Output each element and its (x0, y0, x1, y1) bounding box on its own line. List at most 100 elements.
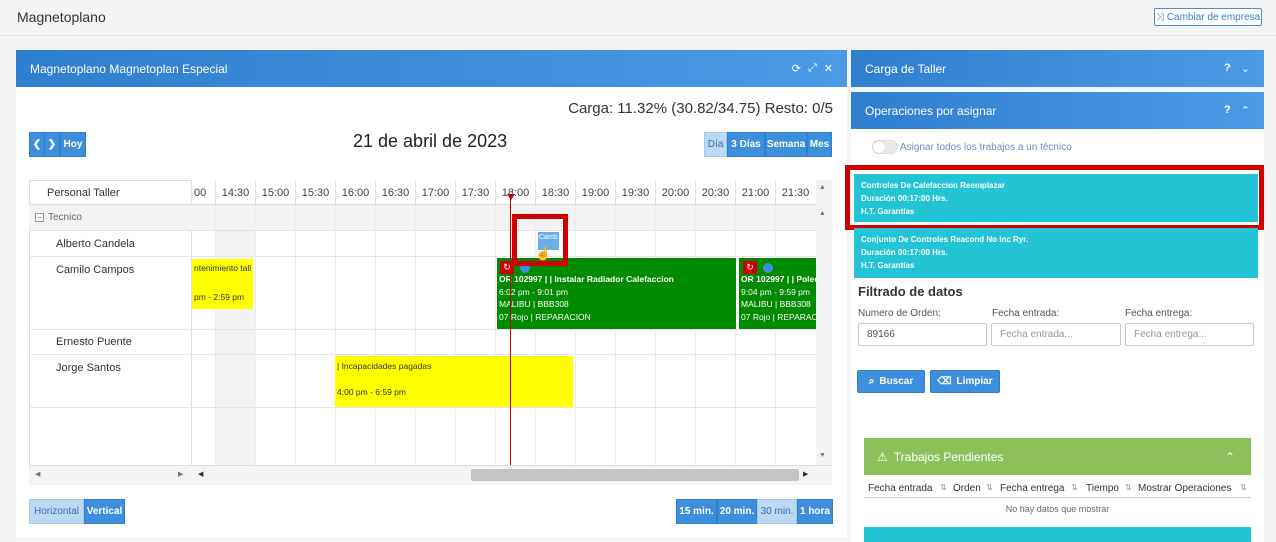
vertical-button[interactable]: Vertical (84, 499, 125, 524)
time-label: 17:30 (455, 180, 495, 204)
expand-icon[interactable]: ⤢ (808, 62, 817, 75)
hand-cursor-icon: ☝ (535, 246, 552, 261)
collapse-group-icon[interactable]: − (35, 213, 44, 222)
search-icon: ⌕ (868, 376, 875, 387)
order-label: Numero de Orden: (858, 308, 941, 319)
view-day-button[interactable]: Día (704, 132, 727, 157)
slot-15-button[interactable]: 15 min. (676, 499, 717, 524)
time-label: 16:00 (335, 180, 375, 204)
filter-title: Filtrado de datos (858, 284, 963, 299)
time-label: 17:00 (415, 180, 455, 204)
slot-20-button[interactable]: 20 min. (717, 499, 757, 524)
change-company-button[interactable]: ⤨ Cambiar de empresa (1154, 8, 1262, 26)
warning-icon: ⚠ (877, 449, 888, 464)
current-time-marker (507, 194, 515, 200)
scroll-right-icon[interactable]: ▶ (803, 470, 808, 478)
chevron-down-icon[interactable]: ⌄ (1241, 62, 1250, 75)
column-header[interactable]: Orden (953, 483, 981, 494)
pending-jobs-header[interactable]: ⚠ Trabajos Pendientes ⌃ (864, 438, 1251, 475)
carga-taller-title: Carga de Taller (865, 61, 947, 76)
entry-date-label: Fecha entrada: (992, 308, 1060, 319)
event-camilo-maintenance[interactable]: ntenimiento tall pm - 2:59 pm (192, 259, 253, 309)
time-header: 00 14:30 15:00 15:30 16:00 16:30 17:00 1… (191, 180, 816, 205)
empty-table-message: No hay datos que mostrar (1005, 504, 1110, 514)
scroll-left-icon[interactable]: ◀ (198, 470, 203, 478)
horizontal-button[interactable]: Horizontal (29, 499, 84, 524)
next-section-header[interactable] (864, 527, 1251, 542)
date-title: 21 de abril de 2023 (353, 131, 508, 151)
chevron-up-icon[interactable]: ⌃ (1241, 104, 1250, 117)
scroll-up-icon[interactable]: ▲ (819, 184, 826, 191)
view-3days-button[interactable]: 3 Días (727, 132, 765, 157)
time-label: 18:00 (495, 180, 535, 204)
sort-icon[interactable]: ⇅ (1125, 483, 1132, 492)
info-icon[interactable] (763, 263, 773, 273)
carga-taller-header[interactable]: Carga de Taller ? ⌄ (851, 50, 1264, 87)
row-label: Camilo Campos (29, 257, 191, 330)
time-label: 00 (191, 180, 215, 204)
scheduler-panel-header: Magnetoplano Magnetoplan Especial ⟳ ⤢ ✕ (16, 50, 847, 87)
scroll-down-icon[interactable]: ▼ (819, 452, 826, 459)
scroll-right-icon[interactable]: ▶ (178, 470, 183, 478)
toggle-knob (873, 141, 885, 153)
sort-icon[interactable]: ⇅ (940, 483, 947, 492)
group-row (29, 205, 816, 231)
column-header[interactable]: Tiempo (1086, 483, 1119, 494)
scroll-left-icon[interactable]: ◀ (35, 470, 40, 478)
event-jorge-incapacity[interactable]: | Incapacidades pagadas 4:00 pm - 6:59 p… (335, 356, 573, 407)
entry-date-input[interactable]: Fecha entrada... (991, 323, 1121, 346)
time-label: 21:00 (735, 180, 775, 204)
help-icon[interactable]: ? (1224, 62, 1231, 75)
delivery-date-input[interactable]: Fecha entrega... (1125, 323, 1254, 346)
scheduler-panel-title: Magnetoplano Magnetoplan Especial (30, 61, 228, 76)
operaciones-title: Operaciones por asignar (865, 103, 997, 118)
top-bar (0, 0, 1276, 36)
next-button[interactable]: ❯ (44, 132, 60, 157)
search-button[interactable]: ⌕ Buscar (857, 370, 925, 393)
prev-button[interactable]: ❮ (29, 132, 45, 157)
slot-60-button[interactable]: 1 hora (797, 499, 833, 524)
row-label: Alberto Candela (29, 231, 191, 257)
row-label: Jorge Santos (29, 355, 191, 408)
sort-icon[interactable]: ⇅ (1240, 483, 1247, 492)
view-month-button[interactable]: Mes (807, 132, 832, 157)
chevron-up-icon[interactable]: ⌃ (1225, 450, 1235, 464)
sort-icon[interactable]: ⇅ (986, 483, 993, 492)
reassign-icon[interactable]: ↻ (743, 261, 757, 274)
time-label: 15:00 (255, 180, 295, 204)
time-label: 19:00 (575, 180, 615, 204)
collapse-icon[interactable]: ✕ (824, 62, 833, 75)
slot-30-button[interactable]: 30 min. (757, 499, 797, 524)
time-label: 18:30 (535, 180, 575, 204)
scrollbar-thumb[interactable] (471, 469, 799, 481)
scroll-up-icon[interactable]: ▲ (819, 210, 826, 217)
operation-card[interactable]: Conjunto De Controles Reacond No Inc Ryr… (854, 228, 1258, 278)
app-title: Magnetoplano (17, 9, 106, 25)
column-header[interactable]: Fecha entrada (868, 483, 933, 494)
time-label: 19:30 (615, 180, 655, 204)
current-time-line (510, 199, 511, 467)
view-week-button[interactable]: Semana (765, 132, 807, 157)
clear-button[interactable]: ⌫ Limpiar (930, 370, 1000, 393)
group-label: Tecnico (48, 212, 82, 223)
operaciones-header[interactable]: Operaciones por asignar ? ⌃ (851, 92, 1264, 129)
help-icon[interactable]: ? (1224, 104, 1231, 117)
order-number-input[interactable]: 89166 (858, 323, 987, 346)
sort-icon[interactable]: ⇅ (1071, 483, 1078, 492)
pending-jobs-title: Trabajos Pendientes (893, 449, 1004, 464)
vertical-scrollbar[interactable] (816, 180, 832, 465)
shuffle-icon: ⤨ (1155, 11, 1164, 23)
refresh-icon[interactable]: ⟳ (792, 62, 801, 75)
assign-all-label: Asignar todos los trabajos a un técnico (900, 142, 1072, 153)
column-header[interactable]: Mostrar Operaciones (1138, 483, 1231, 494)
highlight-box (845, 165, 1264, 230)
today-button[interactable]: Hoy (60, 132, 86, 157)
time-label: 15:30 (295, 180, 335, 204)
column-header[interactable]: Fecha entrega (1000, 483, 1065, 494)
resource-header: Personal Taller (29, 180, 191, 205)
event-radiator[interactable]: OR 102997 | | Instalar Radiador Calefacc… (497, 258, 736, 329)
eraser-icon: ⌫ (937, 376, 952, 387)
time-label: 14:30 (215, 180, 255, 204)
row-label: Ernesto Puente (29, 330, 191, 355)
time-label: 21:30 (775, 180, 815, 204)
